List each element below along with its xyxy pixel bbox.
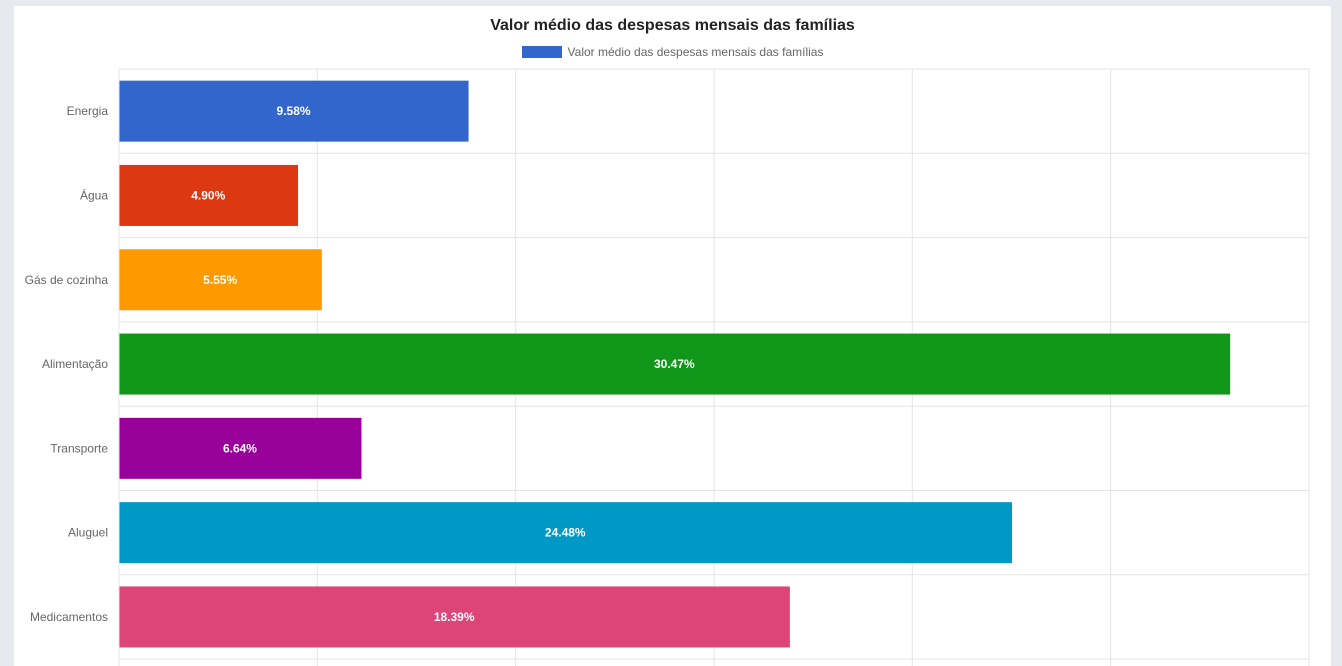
bar-chart: Energia 9.58% Água 4.90% Gás de cozinha 5.55%…: [25, 68, 1310, 666]
bar-value-label: 24.48%: [545, 526, 586, 540]
category-label: Transporte: [50, 441, 108, 455]
category-label: Alimentação: [42, 357, 108, 371]
bar-value-label: 18.39%: [434, 610, 475, 624]
category-label: Aluguel: [68, 526, 108, 540]
category-label: Energia: [67, 104, 109, 118]
category-label: Medicamentos: [30, 610, 108, 624]
chart-card: Valor médio das despesas mensais das fam…: [14, 6, 1331, 666]
bar-value-label: 4.90%: [191, 188, 225, 202]
bar-value-label: 6.64%: [223, 441, 257, 455]
category-label: Água: [80, 187, 108, 202]
bar-value-label: 9.58%: [277, 104, 311, 118]
bar-value-label: 30.47%: [654, 357, 695, 371]
bar-value-label: 5.55%: [203, 273, 237, 287]
category-label: Gás de cozinha: [25, 273, 109, 287]
